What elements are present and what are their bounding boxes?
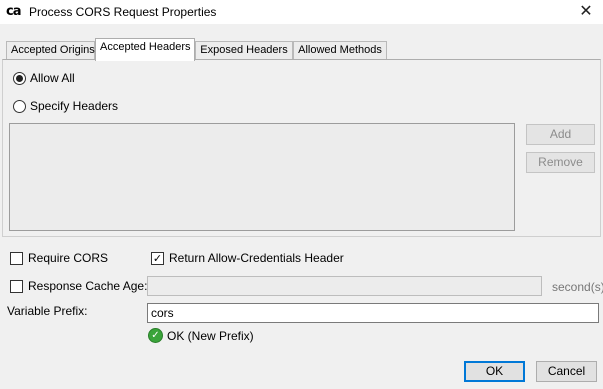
- specify-headers-radio[interactable]: [13, 99, 26, 113]
- cache-age-input[interactable]: [147, 276, 542, 296]
- return-credentials-label: Return Allow-Credentials Header: [169, 251, 344, 265]
- specify-headers-label: Specify Headers: [30, 99, 119, 113]
- cache-age-unit: second(s): [552, 280, 603, 294]
- close-icon[interactable]: ✕: [577, 1, 595, 21]
- tab-exposed-headers[interactable]: Exposed Headers: [195, 41, 293, 60]
- require-cors-option[interactable]: Require CORS: [10, 251, 108, 265]
- require-cors-label: Require CORS: [28, 251, 109, 265]
- cache-age-option[interactable]: Response Cache Age:: [10, 279, 147, 293]
- require-cors-checkbox[interactable]: [10, 251, 23, 265]
- tab-allowed-methods[interactable]: Allowed Methods: [293, 41, 387, 60]
- return-credentials-checkbox[interactable]: ✓: [151, 251, 164, 265]
- cache-age-checkbox[interactable]: [10, 279, 23, 293]
- prefix-status-text: OK (New Prefix): [167, 328, 254, 343]
- cancel-button[interactable]: Cancel: [536, 361, 597, 382]
- variable-prefix-input[interactable]: [147, 303, 599, 323]
- cache-age-label: Response Cache Age:: [28, 279, 148, 293]
- window-title: Process CORS Request Properties: [29, 5, 217, 19]
- add-button[interactable]: Add: [526, 124, 595, 145]
- allow-all-option[interactable]: Allow All: [13, 71, 75, 85]
- headers-list[interactable]: [9, 123, 515, 231]
- ok-button[interactable]: OK: [464, 361, 525, 382]
- title-bar: ca Process CORS Request Properties ✕: [0, 0, 603, 24]
- tab-accepted-headers[interactable]: Accepted Headers: [95, 38, 195, 61]
- ca-logo-icon: ca: [6, 4, 22, 19]
- return-credentials-option[interactable]: ✓ Return Allow-Credentials Header: [151, 251, 344, 265]
- allow-all-radio[interactable]: [13, 71, 26, 85]
- variable-prefix-label: Variable Prefix:: [7, 304, 88, 318]
- tab-accepted-origins[interactable]: Accepted Origins: [6, 41, 95, 60]
- prefix-status: ✓ OK (New Prefix): [148, 328, 254, 343]
- allow-all-label: Allow All: [30, 71, 75, 85]
- specify-headers-option[interactable]: Specify Headers: [13, 99, 118, 113]
- remove-button[interactable]: Remove: [526, 152, 595, 173]
- check-circle-icon: ✓: [148, 328, 163, 343]
